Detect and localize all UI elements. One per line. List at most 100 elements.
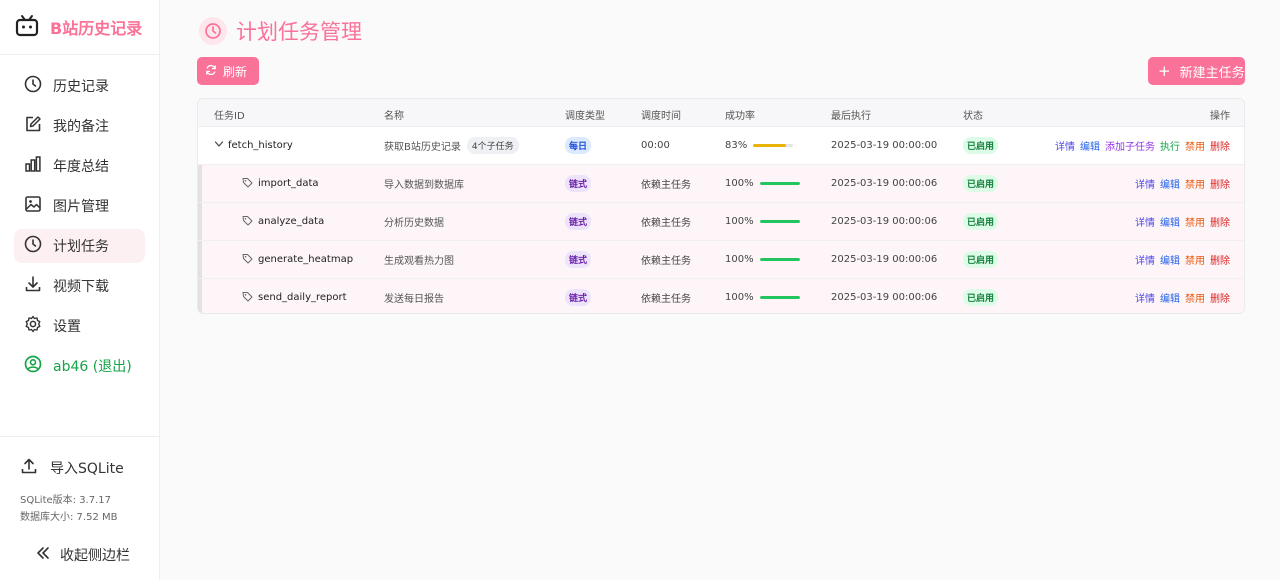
subtask-count-badge: 4个子任务 <box>466 137 519 154</box>
sidebar-item-settings[interactable]: 设置 <box>14 309 145 343</box>
task-table: 任务ID 名称 调度类型 调度时间 成功率 最后执行 状态 操作 fetch_h… <box>197 98 1245 314</box>
new-main-task-button[interactable]: + 新建主任务 <box>1148 57 1245 85</box>
disable-link[interactable]: 禁用 <box>1185 290 1205 305</box>
success-rate-cell: 100% <box>725 165 800 202</box>
task-id: import_data <box>258 178 319 189</box>
collapse-sidebar-button[interactable]: 收起侧边栏 <box>0 526 160 566</box>
disable-link[interactable]: 禁用 <box>1185 214 1205 229</box>
task-name: 发送每日报告 <box>384 294 444 305</box>
task-name-cell: 生成观看热力图 <box>384 241 454 278</box>
success-rate-fill <box>759 182 800 185</box>
task-id: analyze_data <box>258 216 325 227</box>
last-run: 2025-03-19 00:00:06 <box>831 216 938 227</box>
disable-link[interactable]: 禁用 <box>1185 252 1205 267</box>
tag-icon <box>242 215 258 229</box>
schedule-type-badge: 链式 <box>565 175 592 192</box>
sidebar-item-label: 历史记录 <box>53 79 109 95</box>
app-title: B站历史记录 <box>50 19 143 38</box>
db-size: 数据库大小: 7.52 MB <box>20 512 118 523</box>
edit-link[interactable]: 编辑 <box>1160 214 1180 229</box>
col-header-status: 状态 <box>963 111 983 122</box>
row-actions: 详情 编辑 禁用 删除 <box>1135 241 1230 278</box>
detail-link[interactable]: 详情 <box>1135 176 1155 191</box>
import-sqlite-button[interactable]: 导入SQLite <box>0 437 160 479</box>
status-badge: 已启用 <box>963 175 999 192</box>
sidebar-item-label: 我的备注 <box>53 119 109 135</box>
task-name-cell: 获取B站历史记录 4个子任务 <box>384 127 519 164</box>
disable-link[interactable]: 禁用 <box>1185 176 1205 191</box>
delete-link[interactable]: 删除 <box>1210 176 1230 191</box>
detail-link[interactable]: 详情 <box>1135 252 1155 267</box>
chevron-down-icon[interactable] <box>214 139 228 152</box>
sidebar-item-label: 计划任务 <box>53 239 109 255</box>
brand[interactable]: B站历史记录 <box>0 0 159 55</box>
success-rate-cell: 100% <box>725 241 800 278</box>
task-id-cell: send_daily_report <box>242 279 347 313</box>
status-cell: 已启用 <box>963 203 999 240</box>
sidebar-item-scheduled-tasks[interactable]: 计划任务 <box>14 229 145 263</box>
success-rate-bar <box>759 258 800 261</box>
sidebar-item-annual-summary[interactable]: 年度总结 <box>14 149 145 183</box>
task-name: 导入数据到数据库 <box>384 180 464 191</box>
success-rate-bar <box>759 296 800 299</box>
table-row[interactable]: generate_heatmap 生成观看热力图 链式 依赖主任务 100% 2… <box>198 241 1244 279</box>
status-cell: 已启用 <box>963 241 999 278</box>
schedule-type-cell: 链式 <box>565 165 592 202</box>
status-cell: 已启用 <box>963 279 999 313</box>
table-row[interactable]: import_data 导入数据到数据库 链式 依赖主任务 100% 2025-… <box>198 165 1244 203</box>
sidebar-item-video-download[interactable]: 视频下载 <box>14 269 145 303</box>
detail-link[interactable]: 详情 <box>1135 290 1155 305</box>
col-header-schedule-time: 调度时间 <box>641 111 681 122</box>
sidebar-item-label: 视频下载 <box>53 279 109 295</box>
task-id-cell: fetch_history <box>214 127 293 164</box>
status-badge: 已启用 <box>963 137 999 154</box>
refresh-label: 刷新 <box>223 64 248 79</box>
schedule-time: 依赖主任务 <box>641 180 691 191</box>
delete-link[interactable]: 删除 <box>1210 138 1230 153</box>
edit-link[interactable]: 编辑 <box>1080 138 1100 153</box>
gear-icon <box>24 315 53 337</box>
success-rate-bar <box>753 144 794 147</box>
image-icon <box>24 195 53 217</box>
disable-link[interactable]: 禁用 <box>1185 138 1205 153</box>
delete-link[interactable]: 删除 <box>1210 252 1230 267</box>
table-row[interactable]: analyze_data 分析历史数据 链式 依赖主任务 100% 2025-0… <box>198 203 1244 241</box>
edit-link[interactable]: 编辑 <box>1160 176 1180 191</box>
sidebar-item-label: 年度总结 <box>53 159 109 175</box>
sidebar-item-images[interactable]: 图片管理 <box>14 189 145 223</box>
col-header-schedule-type: 调度类型 <box>565 111 605 122</box>
success-rate-fill <box>759 296 800 299</box>
schedule-type-cell: 链式 <box>565 241 592 278</box>
task-id-cell: analyze_data <box>242 203 324 240</box>
sidebar-item-history[interactable]: 历史记录 <box>14 69 145 103</box>
refresh-button[interactable]: 刷新 <box>197 57 259 85</box>
collapse-label: 收起侧边栏 <box>60 548 130 564</box>
success-rate-bar <box>759 220 800 223</box>
edit-link[interactable]: 编辑 <box>1160 252 1180 267</box>
tag-icon <box>242 291 258 305</box>
schedule-type-badge: 链式 <box>565 251 592 268</box>
sidebar-item-notes[interactable]: 我的备注 <box>14 109 145 143</box>
schedule-type-badge: 链式 <box>565 213 592 230</box>
task-id: fetch_history <box>228 140 293 151</box>
sidebar-item-label: ab46 (退出) <box>53 359 132 375</box>
table-row[interactable]: fetch_history 获取B站历史记录 4个子任务 每日 00:00 83… <box>198 127 1244 165</box>
detail-link[interactable]: 详情 <box>1135 214 1155 229</box>
delete-link[interactable]: 删除 <box>1210 290 1230 305</box>
run-link[interactable]: 执行 <box>1160 138 1180 153</box>
db-info: SQLite版本: 3.7.17 数据库大小: 7.52 MB <box>0 479 160 526</box>
edit-link[interactable]: 编辑 <box>1160 290 1180 305</box>
detail-link[interactable]: 详情 <box>1055 138 1075 153</box>
add-subtask-link[interactable]: 添加子任务 <box>1105 138 1155 153</box>
page-title: 计划任务管理 <box>236 20 362 44</box>
table-row[interactable]: send_daily_report 发送每日报告 链式 依赖主任务 100% 2… <box>198 279 1244 313</box>
row-actions: 详情 编辑 禁用 删除 <box>1135 279 1230 313</box>
task-name-cell: 导入数据到数据库 <box>384 165 464 202</box>
status-badge: 已启用 <box>963 289 999 306</box>
success-rate-fill <box>759 258 800 261</box>
user-circle-icon <box>24 355 53 377</box>
delete-link[interactable]: 删除 <box>1210 214 1230 229</box>
sidebar-item-user-logout[interactable]: ab46 (退出) <box>14 349 145 383</box>
row-actions: 详情 编辑 添加子任务 执行 禁用 删除 <box>1055 127 1230 164</box>
task-id: generate_heatmap <box>258 254 354 265</box>
